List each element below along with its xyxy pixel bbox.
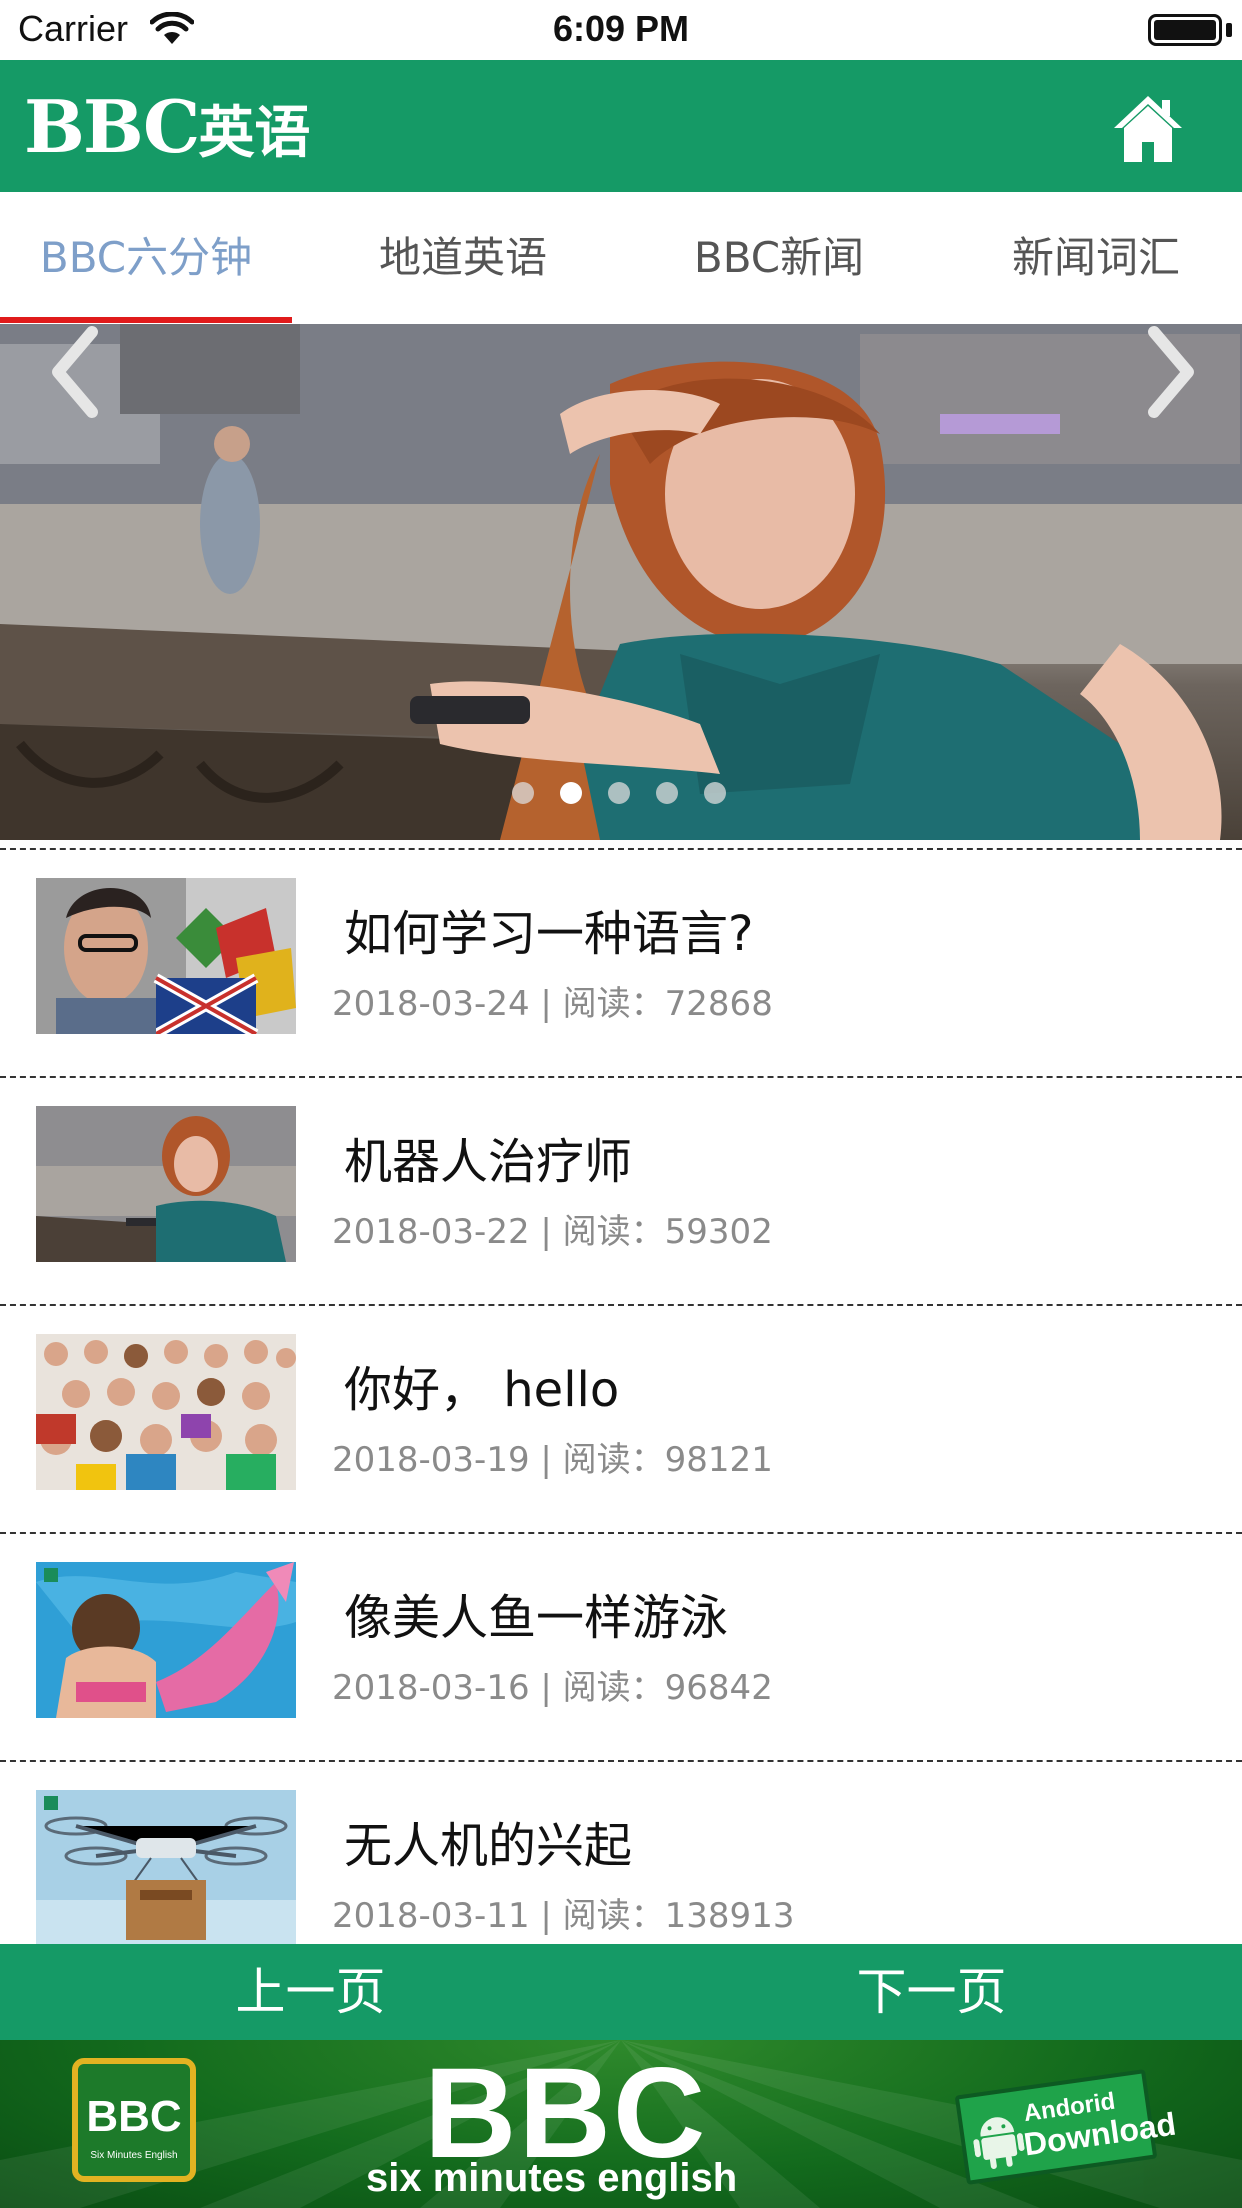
ad-logo: BBC Six Minutes English [72,2058,196,2182]
home-icon[interactable] [1110,90,1186,166]
article-title: 像美人鱼一样游泳 [344,1590,729,1646]
tab-bbc-news[interactable]: BBC新闻 [633,192,925,324]
carousel-dot-active[interactable] [560,782,582,804]
banner-carousel[interactable] [0,324,1242,840]
tab-news-vocabulary[interactable]: 新闻词汇 [950,192,1242,324]
active-tab-indicator [0,317,292,323]
ad-logo-text: BBC [86,2092,182,2141]
article-title: 无人机的兴起 [344,1818,633,1874]
article-meta: 2018-03-24 | 阅读：72868 [332,984,773,1024]
article-meta: 2018-03-16 | 阅读：96842 [332,1668,773,1708]
list-item[interactable]: 无人机的兴起 2018-03-11 | 阅读：138913 [0,1760,1242,1944]
status-bar: Carrier 6:09 PM [0,0,1242,60]
carousel-dot[interactable] [656,782,678,804]
carousel-dot[interactable] [608,782,630,804]
article-title: 如何学习一种语言? [344,906,754,962]
prev-page-button[interactable]: 上一页 [0,1944,621,2040]
article-title: 机器人治疗师 [344,1134,633,1190]
carousel-dot[interactable] [512,782,534,804]
app-header: BBC英语 [0,60,1242,192]
article-list: 如何学习一种语言? 2018-03-24 | 阅读：72868 机器人治疗师 2… [0,840,1242,1944]
ad-logo-subtext: Six Minutes English [90,2150,178,2161]
banner-image [0,324,1242,840]
logo-cn: 英语 [198,101,311,166]
clock: 6:09 PM [552,8,690,49]
ad-banner[interactable]: BBC Six Minutes English BBC six minutes … [0,2040,1242,2208]
list-item[interactable]: 机器人治疗师 2018-03-22 | 阅读：59302 [0,1076,1242,1304]
article-thumbnail [36,878,296,1034]
category-tabs: BBC六分钟 地道英语 BBC新闻 新闻词汇 [0,192,1242,324]
tab-bbc-six-minutes[interactable]: BBC六分钟 [0,192,292,324]
chevron-left-icon[interactable] [46,324,106,420]
article-meta: 2018-03-19 | 阅读：98121 [332,1440,773,1480]
battery-icon [1148,14,1222,46]
android-icon [973,2117,1025,2170]
article-meta: 2018-03-11 | 阅读：138913 [332,1896,795,1936]
list-item[interactable]: 像美人鱼一样游泳 2018-03-16 | 阅读：96842 [0,1532,1242,1760]
battery-nub [1226,23,1232,37]
pagination-bar: 上一页 下一页 [0,1944,1242,2040]
article-thumbnail [36,1562,296,1718]
list-item[interactable]: 你好， hello 2018-03-19 | 阅读：98121 [0,1304,1242,1532]
article-thumbnail [36,1790,296,1944]
ad-subline: six minutes english [366,2156,738,2200]
article-meta: 2018-03-22 | 阅读：59302 [332,1212,773,1252]
article-thumbnail [36,1334,296,1490]
chevron-right-icon[interactable] [1140,324,1200,420]
app-logo: BBC英语 [24,84,310,169]
article-title: 你好， hello [344,1362,620,1418]
tab-authentic-english[interactable]: 地道英语 [317,192,609,324]
article-thumbnail [36,1106,296,1262]
carousel-dot[interactable] [704,782,726,804]
next-page-button[interactable]: 下一页 [621,1944,1242,2040]
logo-latin: BBC [24,84,200,169]
list-item[interactable]: 如何学习一种语言? 2018-03-24 | 阅读：72868 [0,848,1242,1076]
